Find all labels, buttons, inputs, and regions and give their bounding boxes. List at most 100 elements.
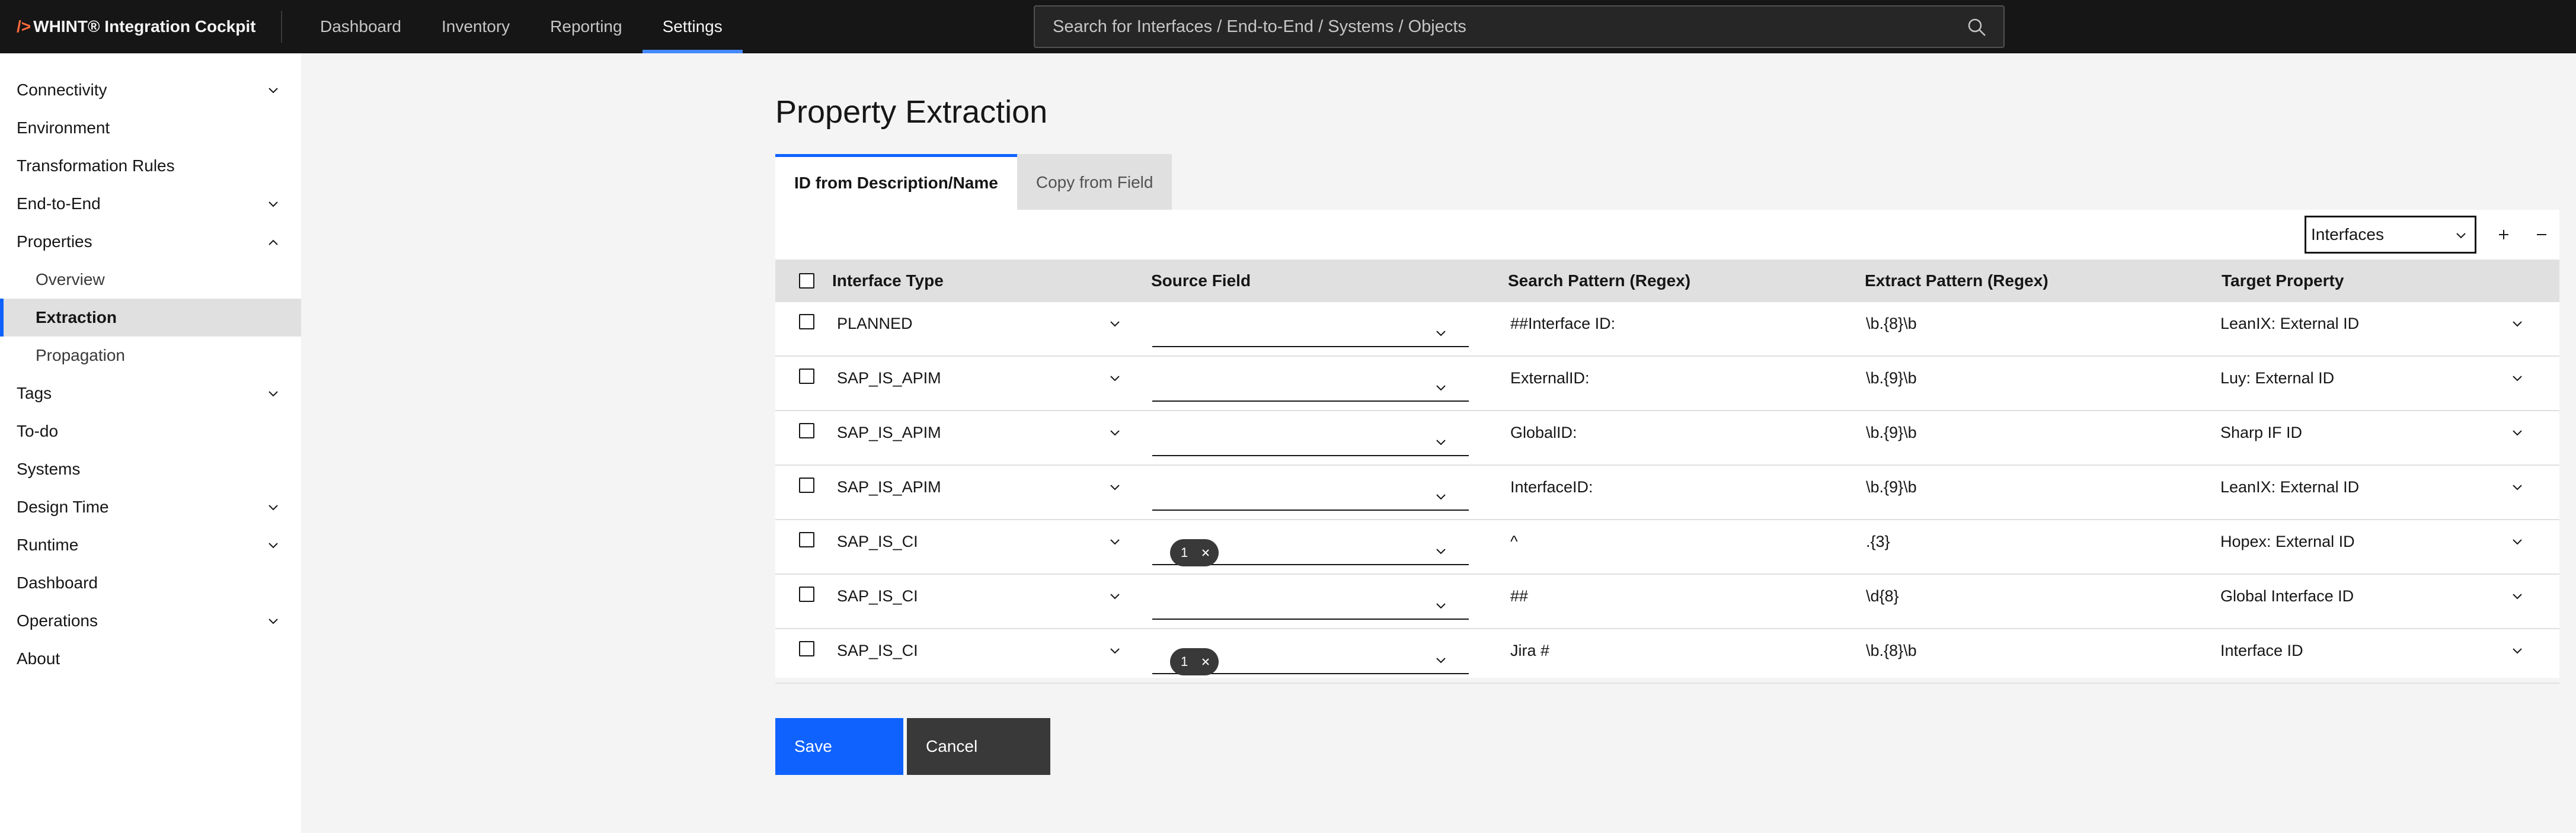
- extract-pattern-cell[interactable]: \b.{9}\b: [1866, 357, 1917, 411]
- chevron-down-icon: [1110, 648, 1120, 654]
- source-field-dropdown[interactable]: [1152, 474, 1469, 511]
- search-pattern-cell[interactable]: ^: [1510, 520, 1518, 575]
- target-property-dropdown[interactable]: Global Interface ID: [2220, 575, 2540, 617]
- source-field-count-tag[interactable]: 1: [1170, 539, 1219, 566]
- source-field-dropdown[interactable]: 1: [1152, 637, 1469, 675]
- search-pattern-cell[interactable]: ##Interface ID:: [1510, 302, 1615, 357]
- tab-id-from-description[interactable]: ID from Description/Name: [775, 154, 1017, 211]
- nav-reporting[interactable]: Reporting: [530, 0, 642, 53]
- sidebar-item-label: Propagation: [36, 346, 126, 364]
- sidebar-item-connectivity[interactable]: Connectivity: [0, 71, 301, 109]
- table-row: SAP_IS_APIM GlobalID: \b.{9}\b Sharp IF ID: [775, 411, 2559, 466]
- source-field-dropdown[interactable]: [1152, 365, 1469, 402]
- select-all-checkbox[interactable]: [799, 273, 814, 289]
- target-property-dropdown[interactable]: Luy: External ID: [2220, 357, 2540, 399]
- chevron-down-icon: [1436, 658, 1446, 664]
- target-property-dropdown[interactable]: Interface ID: [2220, 629, 2540, 672]
- add-row-button[interactable]: [2486, 216, 2521, 254]
- row-checkbox[interactable]: [799, 641, 814, 656]
- interface-type-dropdown[interactable]: SAP_IS_APIM: [837, 411, 1121, 454]
- chevron-down-icon: [1110, 430, 1120, 436]
- source-field-count-tag[interactable]: 1: [1170, 648, 1219, 675]
- interface-type-dropdown[interactable]: SAP_IS_CI: [837, 575, 1121, 617]
- header-source-field[interactable]: Source Field: [1151, 259, 1251, 302]
- interface-type-value: SAP_IS_CI: [837, 642, 918, 659]
- row-checkbox[interactable]: [799, 532, 814, 547]
- close-icon[interactable]: [1200, 656, 1212, 668]
- search-pattern-cell[interactable]: GlobalID:: [1510, 411, 1577, 466]
- search-icon[interactable]: [1967, 17, 1987, 37]
- header-target-property[interactable]: Target Property: [2222, 259, 2344, 302]
- sidebar-item-label: End-to-End: [17, 194, 101, 213]
- chevron-down-icon: [2513, 539, 2522, 545]
- header-search-pattern[interactable]: Search Pattern (Regex): [1508, 259, 1690, 302]
- interface-type-dropdown[interactable]: SAP_IS_CI: [837, 629, 1121, 672]
- sidebar-item-label: Tags: [17, 384, 52, 402]
- sidebar-item-environment[interactable]: Environment: [0, 109, 301, 147]
- search-pattern-cell[interactable]: ExternalID:: [1510, 357, 1590, 411]
- search-pattern-cell[interactable]: ##: [1510, 575, 1528, 629]
- extract-pattern-cell[interactable]: \b.{9}\b: [1866, 411, 1917, 466]
- nav-dashboard[interactable]: Dashboard: [300, 0, 421, 53]
- sidebar-item-transformation-rules[interactable]: Transformation Rules: [0, 147, 301, 185]
- sidebar-item-properties[interactable]: Properties: [0, 223, 301, 261]
- extract-pattern-cell[interactable]: \d{8}: [1866, 575, 1899, 629]
- row-checkbox[interactable]: [799, 314, 814, 329]
- chevron-down-icon: [2456, 233, 2466, 239]
- table-row: SAP_IS_CI 1 Jira # \b.{8}\b Interface ID: [775, 629, 2559, 684]
- target-property-dropdown[interactable]: LeanIX: External ID: [2220, 302, 2540, 345]
- interface-type-dropdown[interactable]: SAP_IS_CI: [837, 520, 1121, 563]
- target-property-dropdown[interactable]: Sharp IF ID: [2220, 411, 2540, 454]
- sidebar-item-tags[interactable]: Tags: [0, 374, 301, 412]
- row-checkbox[interactable]: [799, 423, 814, 438]
- sidebar-item-about[interactable]: About: [0, 640, 301, 678]
- source-field-dropdown[interactable]: [1152, 310, 1469, 347]
- chevron-down-icon: [1436, 549, 1446, 555]
- search-pattern-cell[interactable]: Jira #: [1510, 629, 1549, 684]
- sidebar-item-runtime[interactable]: Runtime: [0, 526, 301, 564]
- app-brand[interactable]: /> WHINT® Integration Cockpit: [17, 0, 255, 53]
- target-property-value: Sharp IF ID: [2220, 424, 2303, 441]
- target-property-dropdown[interactable]: Hopex: External ID: [2220, 520, 2540, 563]
- tab-copy-from-field[interactable]: Copy from Field: [1017, 154, 1172, 211]
- remove-row-button[interactable]: [2524, 216, 2559, 254]
- object-type-select[interactable]: Interfaces: [2305, 216, 2476, 254]
- interface-type-dropdown[interactable]: SAP_IS_APIM: [837, 357, 1121, 399]
- target-property-dropdown[interactable]: LeanIX: External ID: [2220, 466, 2540, 508]
- sidebar-item-to-do[interactable]: To-do: [0, 412, 301, 450]
- row-checkbox[interactable]: [799, 478, 814, 493]
- extract-pattern-cell[interactable]: .{3}: [1866, 520, 1890, 575]
- interface-type-dropdown[interactable]: PLANNED: [837, 302, 1121, 345]
- sidebar-item-dashboard[interactable]: Dashboard: [0, 564, 301, 602]
- extract-pattern-cell[interactable]: \b.{8}\b: [1866, 302, 1917, 357]
- nav-settings[interactable]: Settings: [642, 0, 743, 53]
- row-checkbox[interactable]: [799, 369, 814, 384]
- sidebar-item-overview[interactable]: Overview: [0, 261, 301, 299]
- source-field-dropdown[interactable]: [1152, 583, 1469, 620]
- sidebar-item-propagation[interactable]: Propagation: [0, 337, 301, 374]
- header-extract-pattern[interactable]: Extract Pattern (Regex): [1865, 259, 2048, 302]
- sidebar-item-systems[interactable]: Systems: [0, 450, 301, 488]
- nav-inventory[interactable]: Inventory: [421, 0, 530, 53]
- cancel-button[interactable]: Cancel: [907, 718, 1050, 775]
- sidebar-item-design-time[interactable]: Design Time: [0, 488, 301, 526]
- target-property-value: LeanIX: External ID: [2220, 315, 2360, 332]
- row-checkbox[interactable]: [799, 587, 814, 602]
- extract-pattern-cell[interactable]: \b.{9}\b: [1866, 466, 1917, 520]
- save-button[interactable]: Save: [775, 718, 903, 775]
- target-property-value: LeanIX: External ID: [2220, 478, 2360, 496]
- sidebar-item-operations[interactable]: Operations: [0, 602, 301, 640]
- table-row: SAP_IS_CI ## \d{8} Global Interface ID: [775, 575, 2559, 629]
- sidebar-item-extraction[interactable]: Extraction: [0, 299, 301, 337]
- sidebar-item-end-to-end[interactable]: End-to-End: [0, 185, 301, 223]
- source-field-dropdown[interactable]: 1: [1152, 528, 1469, 566]
- search-input[interactable]: [1035, 7, 2003, 47]
- chevron-down-icon: [2513, 321, 2522, 327]
- extract-pattern-cell[interactable]: \b.{8}\b: [1866, 629, 1917, 684]
- search-pattern-cell[interactable]: InterfaceID:: [1510, 466, 1593, 520]
- interface-type-dropdown[interactable]: SAP_IS_APIM: [837, 466, 1121, 508]
- header-interface-type[interactable]: Interface Type: [832, 259, 944, 302]
- source-field-dropdown[interactable]: [1152, 419, 1469, 456]
- close-icon[interactable]: [1200, 547, 1212, 559]
- chevron-down-icon: [1436, 603, 1446, 609]
